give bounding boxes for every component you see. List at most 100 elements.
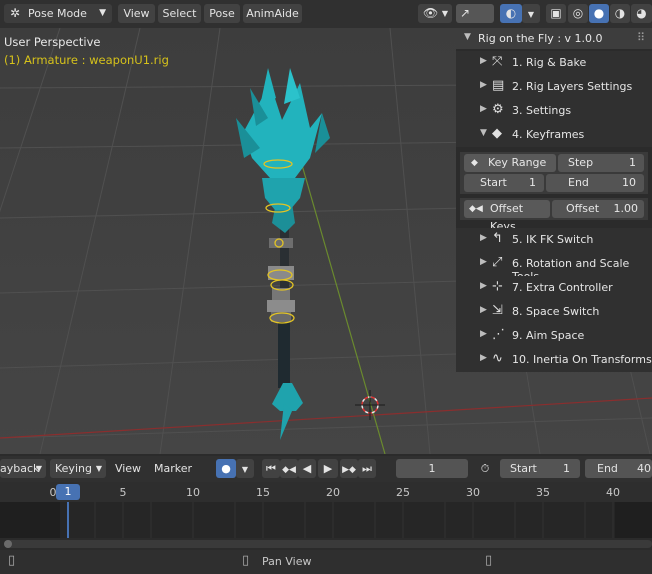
chevron-right-icon: ▶ <box>480 353 487 363</box>
chevron-right-icon: ▶ <box>480 104 487 114</box>
section-label: 9. Aim Space <box>512 329 585 342</box>
section-space-switch[interactable]: ▶ ⇲ 8. Space Switch <box>456 300 652 324</box>
offset-field[interactable]: Offset 1.00 <box>552 200 644 218</box>
chevron-down-icon: ▼ <box>95 464 102 473</box>
solid-shading-icon: ● <box>593 6 605 20</box>
viewport-active-object: (1) Armature : weaponU1.rig <box>4 53 169 67</box>
play-icon: ▶ <box>323 462 333 475</box>
section-extra-controller[interactable]: ▶ ⊹ 7. Extra Controller <box>456 276 652 300</box>
menu-pose[interactable]: Pose <box>204 4 240 23</box>
inertia-icon: ∿ <box>492 351 503 366</box>
panel-title: Rig on the Fly : v 1.0.0 <box>478 32 603 45</box>
rendered-shading-icon: ◕ <box>636 6 647 20</box>
menu-select[interactable]: Select <box>158 4 201 23</box>
chevron-down-icon: ▼ <box>464 32 471 42</box>
gizmo-icon: ↗ <box>460 6 471 20</box>
layers-icon: ▤ <box>492 78 505 93</box>
start-field[interactable]: Start 1 <box>464 174 544 192</box>
xray-icon: ▣ <box>550 6 562 20</box>
jump-start-button[interactable]: ⏮ <box>262 459 280 478</box>
keyframe-icon: ◆ <box>471 158 478 168</box>
end-frame-field[interactable]: End 40 <box>585 459 652 478</box>
current-frame-field[interactable]: 1 <box>396 459 468 478</box>
key-range-label: Key Range <box>488 156 547 169</box>
next-keyframe-icon: ▶◆ <box>342 465 356 475</box>
shading-rendered[interactable]: ◕ <box>631 4 652 23</box>
ruler-tick: 40 <box>606 486 620 499</box>
section-label: 3. Settings <box>512 104 572 117</box>
mode-label: Pose Mode <box>28 7 87 20</box>
panel-header[interactable]: ▼ Rig on the Fly : v 1.0.0 ⠿ <box>456 28 652 49</box>
jump-end-button[interactable]: ⏭ <box>358 459 376 478</box>
menu-view[interactable]: View <box>118 4 155 23</box>
playback-label: ayback <box>0 462 40 475</box>
shading-material[interactable]: ◑ <box>610 4 630 23</box>
prev-keyframe-icon: ◆◀ <box>282 465 296 475</box>
timeline-ruler[interactable]: 0 1 5 10 15 20 25 30 35 40 <box>0 482 652 502</box>
overlay-icon: ◐ <box>505 6 517 20</box>
section-keyframes[interactable]: ▼ ◆ 4. Keyframes <box>456 123 652 147</box>
section-label: 5. IK FK Switch <box>512 233 594 246</box>
section-rotation-scale[interactable]: ▶ ⤢ 6. Rotation and Scale Tools <box>456 252 652 283</box>
chevron-down-icon: ▼ <box>480 128 487 138</box>
start-frame-field[interactable]: Start 1 <box>500 459 580 478</box>
auto-key-toggle[interactable]: ● <box>216 459 236 478</box>
chevron-right-icon: ▶ <box>480 305 487 315</box>
overlay-toggle[interactable]: ◐ <box>500 4 522 23</box>
ruler-tick: 20 <box>326 486 340 499</box>
key-range-button[interactable]: ◆ Key Range <box>464 154 556 172</box>
mode-dropdown[interactable]: ✲ Pose Mode ▼ <box>4 4 112 23</box>
prev-keyframe-button[interactable]: ◆◀ <box>280 459 298 478</box>
keying-dropdown[interactable]: Keying ▼ <box>50 459 106 478</box>
play-reverse-button[interactable]: ◀ <box>298 459 316 478</box>
ruler-tick: 15 <box>256 486 270 499</box>
shading-solid[interactable]: ● <box>589 4 609 23</box>
section-rig-bake[interactable]: ▶ ⤧ 1. Rig & Bake <box>456 51 652 75</box>
menu-animaide[interactable]: AnimAide <box>243 4 302 23</box>
overlay-dropdown[interactable]: ▼ <box>522 4 540 23</box>
chevron-down-icon: ▼ <box>99 8 106 18</box>
drag-handle-icon[interactable]: ⠿ <box>637 31 646 44</box>
chevron-right-icon: ▶ <box>480 80 487 90</box>
space-switch-icon: ⇲ <box>492 303 503 318</box>
chevron-down-icon: ▼ <box>441 9 448 18</box>
visibility-dropdown[interactable]: 👁 ▼ <box>418 4 452 23</box>
auto-key-dropdown[interactable]: ▼ <box>236 459 254 478</box>
play-button[interactable]: ▶ <box>318 459 338 478</box>
viewport-title: User Perspective <box>4 35 101 49</box>
stopwatch-icon[interactable]: ⏱ <box>475 459 495 478</box>
mouse-middle-icon: ▯ <box>242 553 250 568</box>
shading-wireframe[interactable]: ◎ <box>568 4 588 23</box>
section-label: 2. Rig Layers Settings <box>512 80 633 93</box>
section-aim-space[interactable]: ▶ ⋰ 9. Aim Space <box>456 324 652 348</box>
end-field[interactable]: End 10 <box>546 174 644 192</box>
jump-end-icon: ⏭ <box>362 462 372 475</box>
xray-toggle[interactable]: ▣ <box>546 4 566 23</box>
current-frame-badge[interactable]: 1 <box>56 484 80 500</box>
pose-mode-icon: ✲ <box>10 6 21 20</box>
viewport-header: ✲ Pose Mode ▼ View Select Pose AnimAide … <box>0 0 652 28</box>
chevron-right-icon: ▶ <box>480 233 487 243</box>
keyframe-icon: ◆ <box>492 126 502 141</box>
jump-start-icon: ⏮ <box>266 462 276 475</box>
section-label: 1. Rig & Bake <box>512 56 587 69</box>
gizmo-toggle[interactable]: ↗ <box>456 4 494 23</box>
chevron-right-icon: ▶ <box>480 257 487 267</box>
step-field[interactable]: Step 1 <box>558 154 644 172</box>
ruler-tick: 35 <box>536 486 550 499</box>
section-ik-fk-switch[interactable]: ▶ ↰ 5. IK FK Switch <box>456 228 652 252</box>
section-rig-layers[interactable]: ▶ ▤ 2. Rig Layers Settings <box>456 75 652 99</box>
ruler-tick: 10 <box>186 486 200 499</box>
menu-marker[interactable]: Marker <box>150 459 196 478</box>
menu-view-timeline[interactable]: View <box>110 459 146 478</box>
mouse-right-icon: ▯ <box>485 553 493 568</box>
playback-dropdown[interactable]: ayback ▼ <box>0 459 46 478</box>
next-keyframe-button[interactable]: ▶◆ <box>340 459 358 478</box>
timeline-scrollbar[interactable] <box>4 540 652 548</box>
material-shading-icon: ◑ <box>614 6 626 20</box>
scrollbar-thumb[interactable] <box>4 540 12 548</box>
timeline-track-area[interactable] <box>0 502 652 538</box>
section-settings[interactable]: ▶ ⚙ 3. Settings <box>456 99 652 123</box>
offset-keys-button[interactable]: ◆◀ Offset Keys <box>464 200 550 233</box>
section-inertia[interactable]: ▶ ∿ 10. Inertia On Transforms <box>456 348 652 372</box>
